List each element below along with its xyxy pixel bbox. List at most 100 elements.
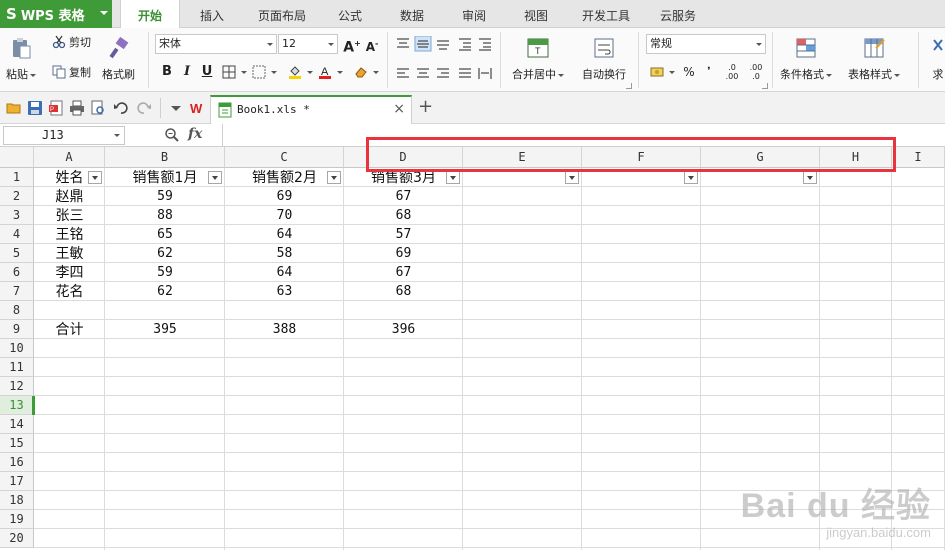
- italic-button[interactable]: I: [178, 63, 196, 81]
- row-header-12[interactable]: 12: [0, 377, 34, 396]
- clear-format-button[interactable]: [354, 62, 379, 82]
- tab-view[interactable]: 视图: [514, 0, 558, 28]
- cell-c3[interactable]: 70: [225, 207, 344, 225]
- undo-icon[interactable]: [113, 100, 129, 116]
- filter-dropdown-icon[interactable]: [88, 171, 102, 184]
- chevron-down-icon[interactable]: [168, 100, 184, 116]
- decrease-font-icon[interactable]: A-: [363, 35, 381, 54]
- copy-button[interactable]: 复制: [52, 62, 91, 82]
- new-tab-button[interactable]: +: [418, 96, 433, 117]
- row-header-1[interactable]: 1: [0, 168, 34, 187]
- redo-icon[interactable]: [136, 100, 152, 116]
- save-icon[interactable]: [27, 100, 43, 116]
- cell-a6[interactable]: 李四: [34, 264, 105, 282]
- percent-button[interactable]: %: [680, 63, 698, 81]
- increase-font-icon[interactable]: A+: [343, 35, 361, 56]
- alignment-dialog-launcher-icon[interactable]: [626, 83, 632, 89]
- align-top-row-icons[interactable]: [395, 36, 495, 52]
- tab-cloud[interactable]: 云服务: [650, 0, 706, 28]
- filter-dropdown-icon[interactable]: [208, 171, 222, 184]
- tab-formulas[interactable]: 公式: [328, 0, 372, 28]
- tab-developer[interactable]: 开发工具: [574, 0, 638, 28]
- wrap-text-button[interactable]: 自动换行: [582, 34, 626, 82]
- print-icon[interactable]: [69, 100, 85, 116]
- cell-d6[interactable]: 67: [344, 264, 463, 282]
- column-header-i[interactable]: I: [892, 147, 945, 168]
- column-header-b[interactable]: B: [105, 147, 225, 168]
- row-header-18[interactable]: 18: [0, 491, 34, 510]
- row-header-17[interactable]: 17: [0, 472, 34, 491]
- row-header-19[interactable]: 19: [0, 510, 34, 529]
- filter-dropdown-icon[interactable]: [565, 171, 579, 184]
- cell-a3[interactable]: 张三: [34, 207, 105, 225]
- formula-input[interactable]: [226, 126, 936, 145]
- open-folder-icon[interactable]: [6, 100, 22, 116]
- filter-dropdown-icon[interactable]: [684, 171, 698, 184]
- cell-c2[interactable]: 69: [225, 188, 344, 206]
- cell-d5[interactable]: 69: [344, 245, 463, 263]
- cell-b1[interactable]: 销售额1月: [105, 169, 225, 187]
- filter-dropdown-icon[interactable]: [803, 171, 817, 184]
- merge-center-button[interactable]: T 合并居中: [512, 34, 564, 82]
- column-header-d[interactable]: D: [344, 147, 463, 168]
- select-all-corner[interactable]: [0, 147, 34, 168]
- column-header-e[interactable]: E: [463, 147, 582, 168]
- number-format-select[interactable]: 常规: [646, 34, 766, 54]
- cell-c6[interactable]: 64: [225, 264, 344, 282]
- row-header-10[interactable]: 10: [0, 339, 34, 358]
- row-header-6[interactable]: 6: [0, 263, 34, 282]
- column-header-a[interactable]: A: [34, 147, 105, 168]
- row-header-3[interactable]: 3: [0, 206, 34, 225]
- paste-button[interactable]: 粘贴: [6, 34, 36, 82]
- column-header-f[interactable]: F: [582, 147, 701, 168]
- close-tab-icon[interactable]: ×: [393, 101, 405, 117]
- cell-d9[interactable]: 396: [344, 321, 463, 339]
- cell-b7[interactable]: 62: [105, 283, 225, 301]
- decrease-decimal-button[interactable]: .00.0: [746, 63, 766, 81]
- font-color-button[interactable]: A: [318, 62, 343, 82]
- tab-page-layout[interactable]: 页面布局: [250, 0, 314, 28]
- cell-a7[interactable]: 花名: [34, 283, 105, 301]
- cell-c7[interactable]: 63: [225, 283, 344, 301]
- cell-c4[interactable]: 64: [225, 226, 344, 244]
- borders-button[interactable]: [222, 62, 247, 82]
- row-header-7[interactable]: 7: [0, 282, 34, 301]
- cell-b2[interactable]: 59: [105, 188, 225, 206]
- filter-dropdown-icon[interactable]: [446, 171, 460, 184]
- row-header-11[interactable]: 11: [0, 358, 34, 377]
- app-menu-button[interactable]: S WPS 表格: [0, 0, 112, 28]
- zoom-search-icon[interactable]: [164, 127, 180, 143]
- align-bottom-row-icons[interactable]: [395, 66, 495, 82]
- cell-c9[interactable]: 388: [225, 321, 344, 339]
- cell-c5[interactable]: 58: [225, 245, 344, 263]
- column-header-c[interactable]: C: [225, 147, 344, 168]
- row-header-8[interactable]: 8: [0, 301, 34, 320]
- cell-b9[interactable]: 395: [105, 321, 225, 339]
- cell-b5[interactable]: 62: [105, 245, 225, 263]
- cell-a5[interactable]: 王敏: [34, 245, 105, 263]
- bold-button[interactable]: B: [158, 63, 176, 81]
- row-header-4[interactable]: 4: [0, 225, 34, 244]
- row-header-13[interactable]: 13: [0, 396, 34, 415]
- cell-a9[interactable]: 合计: [34, 321, 105, 339]
- column-header-g[interactable]: G: [701, 147, 820, 168]
- increase-decimal-button[interactable]: .0.00: [722, 63, 742, 81]
- tab-data[interactable]: 数据: [390, 0, 434, 28]
- cell-b4[interactable]: 65: [105, 226, 225, 244]
- cell-fill-pattern-button[interactable]: [252, 62, 277, 82]
- format-painter-button[interactable]: 格式刷: [102, 34, 135, 82]
- column-header-h[interactable]: H: [820, 147, 892, 168]
- wps-home-icon[interactable]: W: [190, 100, 206, 116]
- cell-a2[interactable]: 赵鼎: [34, 188, 105, 206]
- tab-home[interactable]: 开始: [120, 0, 180, 29]
- fill-color-button[interactable]: [288, 62, 313, 82]
- row-header-20[interactable]: 20: [0, 529, 34, 548]
- row-header-16[interactable]: 16: [0, 453, 34, 472]
- underline-button[interactable]: U: [198, 63, 216, 81]
- comma-style-button[interactable]: ❜: [700, 63, 718, 81]
- row-header-2[interactable]: 2: [0, 187, 34, 206]
- font-size-select[interactable]: 12: [278, 34, 338, 54]
- document-tab[interactable]: Book1.xls * ×: [210, 95, 412, 124]
- cell-d7[interactable]: 68: [344, 283, 463, 301]
- cell-a4[interactable]: 王铭: [34, 226, 105, 244]
